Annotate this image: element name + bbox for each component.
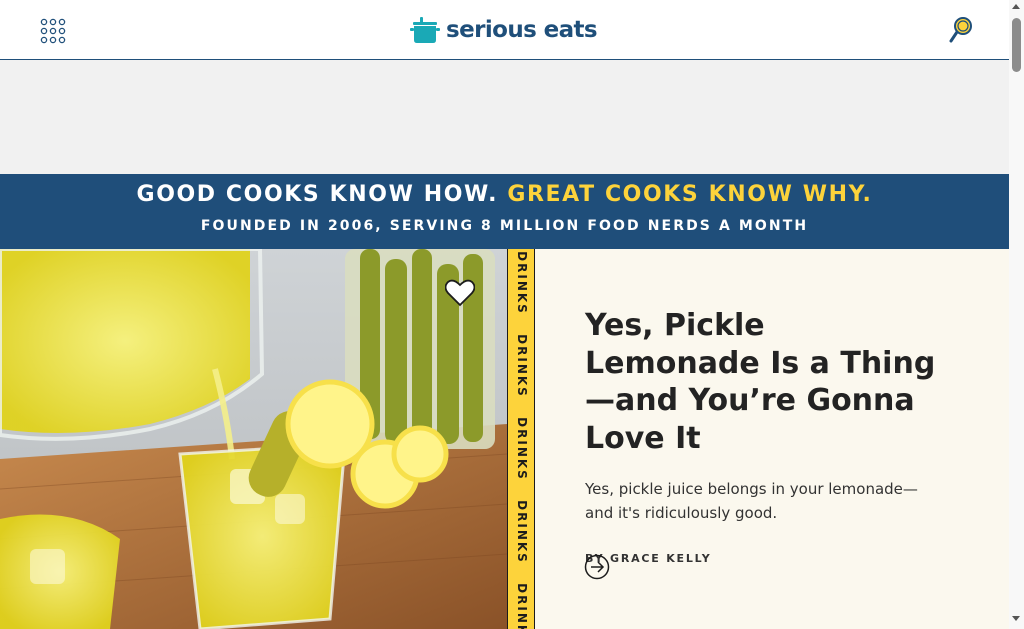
tagline-banner: GOOD COOKS KNOW HOW. GREAT COOKS KNOW WH…	[0, 174, 1009, 249]
grid-menu-icon	[40, 18, 66, 44]
category-tag-label: DRINKS	[515, 583, 529, 629]
tagline-subtitle: FOUNDED IN 2006, SERVING 8 MILLION FOOD …	[200, 218, 809, 234]
tagline-part-2: GREAT COOKS KNOW WHY.	[507, 182, 873, 207]
category-tag[interactable]: DRINKS	[511, 334, 533, 398]
article-image[interactable]	[0, 249, 507, 629]
category-tag-strip: DRINKS DRINKS DRINKS DRINKS DRINKS	[507, 249, 535, 629]
site-header: serious eats	[0, 0, 1009, 60]
page-scrollbar[interactable]	[1009, 0, 1024, 629]
category-tag-label: DRINKS	[515, 251, 529, 315]
scroll-down-arrow-icon[interactable]	[1012, 616, 1020, 621]
read-article-button[interactable]	[584, 554, 610, 580]
tagline-part-1: GOOD COOKS KNOW HOW.	[136, 182, 499, 207]
category-tag[interactable]: DRINKS	[511, 583, 533, 629]
article-title[interactable]: Yes, Pickle Lemonade Is a Thing—and You’…	[585, 307, 945, 457]
article-byline: BY GRACE KELLY	[585, 552, 945, 565]
site-logo[interactable]: serious eats	[410, 15, 598, 45]
save-button[interactable]	[444, 279, 476, 307]
tagline: GOOD COOKS KNOW HOW. GREAT COOKS KNOW WH…	[0, 180, 1009, 210]
category-tag[interactable]: DRINKS	[511, 500, 533, 564]
scroll-up-arrow-icon[interactable]	[1012, 4, 1020, 9]
arrow-right-circle-icon	[584, 554, 610, 580]
featured-article: DRINKS DRINKS DRINKS DRINKS DRINKS Yes, …	[0, 249, 1009, 629]
scrollbar-thumb[interactable]	[1012, 18, 1021, 72]
pot-logo-icon	[410, 17, 440, 43]
category-tag-label: DRINKS	[515, 500, 529, 564]
search-icon	[949, 17, 972, 43]
heart-icon	[444, 279, 476, 307]
article-dek: Yes, pickle juice belongs in your lemona…	[585, 480, 918, 522]
menu-button[interactable]	[40, 18, 66, 44]
article-summary: Yes, Pickle Lemonade Is a Thing—and You’…	[585, 307, 945, 565]
logo-wordmark: serious eats	[446, 17, 598, 43]
author-link[interactable]: GRACE KELLY	[610, 552, 712, 565]
category-tag[interactable]: DRINKS	[511, 251, 533, 315]
category-tag-label: DRINKS	[515, 334, 529, 398]
category-tag[interactable]: DRINKS	[511, 417, 533, 481]
ad-slot	[0, 60, 1009, 174]
category-tag-label: DRINKS	[515, 417, 529, 481]
search-button[interactable]	[948, 16, 974, 44]
pickle-lemonade-photo	[0, 249, 507, 629]
page: serious eats GOOD COOKS KNOW HOW. GREAT …	[0, 0, 1009, 629]
